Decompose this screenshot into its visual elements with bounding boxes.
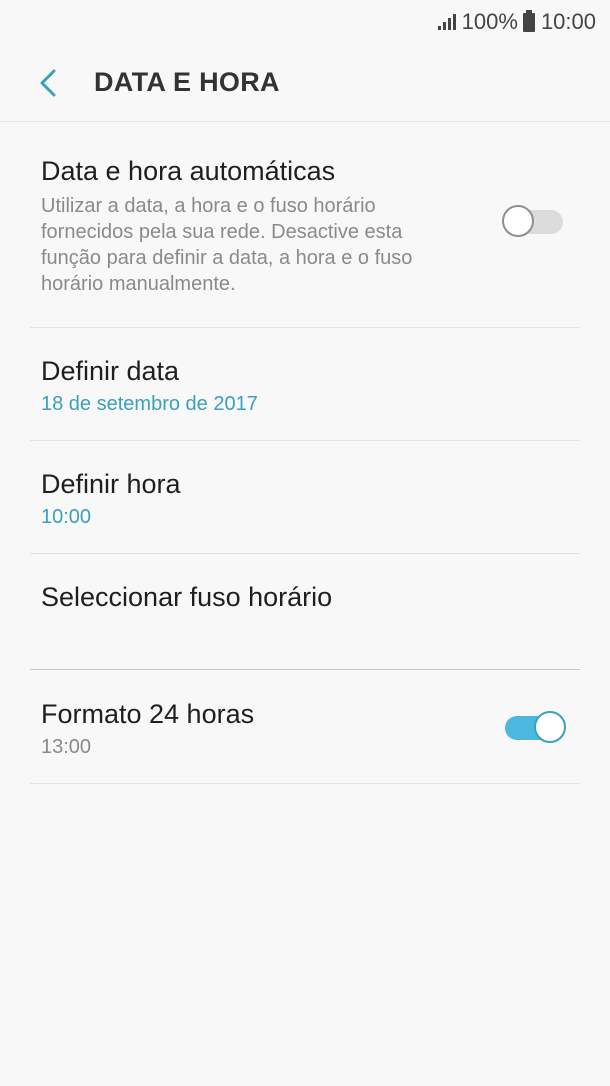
format-24h-value: 13:00 [41, 736, 92, 758]
page-title: DATA E HORA [94, 67, 280, 97]
settings-list: Data e hora automáticas Utilizar a data,… [30, 122, 580, 784]
set-time-title: Definir hora [41, 469, 181, 499]
signal-icon [437, 14, 456, 30]
back-button[interactable] [30, 63, 66, 103]
divider [30, 783, 580, 784]
set-date-title: Definir data [41, 356, 180, 386]
toggle-knob [502, 205, 534, 237]
auto-datetime-toggle[interactable] [502, 204, 566, 240]
setting-set-date[interactable]: Definir data 18 de setembro de 2017 [30, 328, 580, 440]
battery-icon [522, 9, 535, 32]
battery-percent: 100% [461, 9, 518, 34]
setting-set-time[interactable]: Definir hora 10:00 [30, 441, 580, 553]
format-24h-title: Formato 24 horas [41, 699, 255, 729]
set-date-value: 18 de setembro de 2017 [41, 393, 258, 415]
setting-timezone[interactable]: Seleccionar fuso horário [30, 554, 580, 669]
status-bar: 100% 10:00 [0, 0, 610, 44]
format-24h-toggle[interactable] [502, 710, 566, 746]
app-bar: DATA E HORA [0, 44, 610, 122]
setting-format-24h[interactable]: Formato 24 horas 13:00 [30, 670, 580, 783]
auto-datetime-title: Data e hora automáticas [41, 156, 336, 186]
status-time: 10:00 [540, 9, 596, 34]
set-time-value: 10:00 [41, 506, 92, 528]
toggle-knob [534, 711, 566, 743]
auto-datetime-description: Utilizar a data, a hora e o fuso horário… [41, 195, 413, 295]
setting-auto-datetime[interactable]: Data e hora automáticas Utilizar a data,… [30, 122, 580, 327]
timezone-title: Seleccionar fuso horário [41, 582, 333, 612]
chevron-left-icon [40, 69, 56, 96]
